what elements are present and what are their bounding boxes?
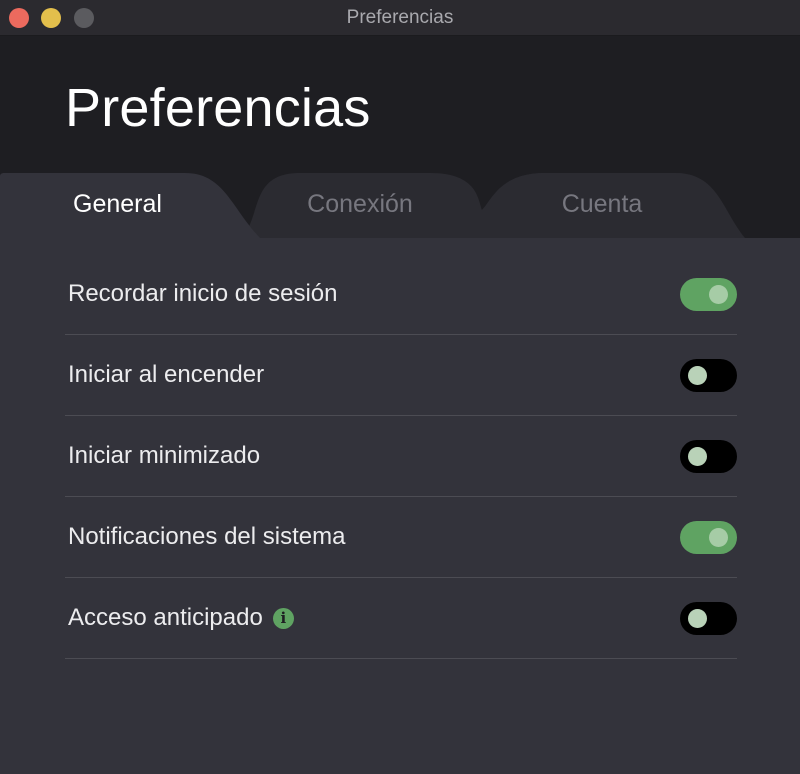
toggle-acceso-anticipado[interactable] (680, 602, 737, 635)
setting-label: Iniciar al encender (68, 361, 265, 388)
tab-general[interactable]: General (40, 190, 195, 219)
toggle-recordar-inicio[interactable] (680, 278, 737, 311)
setting-label: Recordar inicio de sesión (68, 280, 338, 307)
settings-list: Recordar inicio de sesión Iniciar al enc… (65, 254, 737, 659)
toggle-knob (688, 609, 707, 628)
setting-label: Iniciar minimizado (68, 442, 261, 469)
tab-cuenta[interactable]: Cuenta (512, 190, 692, 219)
info-icon[interactable]: i (272, 608, 294, 629)
toggle-knob (688, 447, 707, 466)
toggle-knob (688, 366, 707, 385)
setting-row-notificaciones: Notificaciones del sistema (65, 497, 737, 578)
setting-label-container: Acceso anticipado i (68, 604, 294, 632)
setting-label: Notificaciones del sistema (68, 523, 346, 550)
toggle-iniciar-al-encender[interactable] (680, 359, 737, 392)
setting-label: Acceso anticipado (68, 604, 263, 631)
setting-row-acceso-anticipado: Acceso anticipado i (65, 578, 737, 659)
page-title: Preferencias (65, 78, 371, 138)
title-bar: Preferencias (0, 0, 800, 36)
toggle-iniciar-minimizado[interactable] (680, 440, 737, 473)
preferences-window: Preferencias Preferencias General Conexi… (0, 0, 800, 774)
window-title: Preferencias (346, 7, 454, 28)
setting-row-iniciar-al-encender: Iniciar al encender (65, 335, 737, 416)
tab-conexion[interactable]: Conexión (270, 190, 450, 219)
toggle-knob (709, 528, 728, 547)
setting-row-iniciar-minimizado: Iniciar minimizado (65, 416, 737, 497)
toggle-notificaciones[interactable] (680, 521, 737, 554)
toggle-knob (709, 285, 728, 304)
setting-row-recordar-inicio: Recordar inicio de sesión (65, 254, 737, 335)
